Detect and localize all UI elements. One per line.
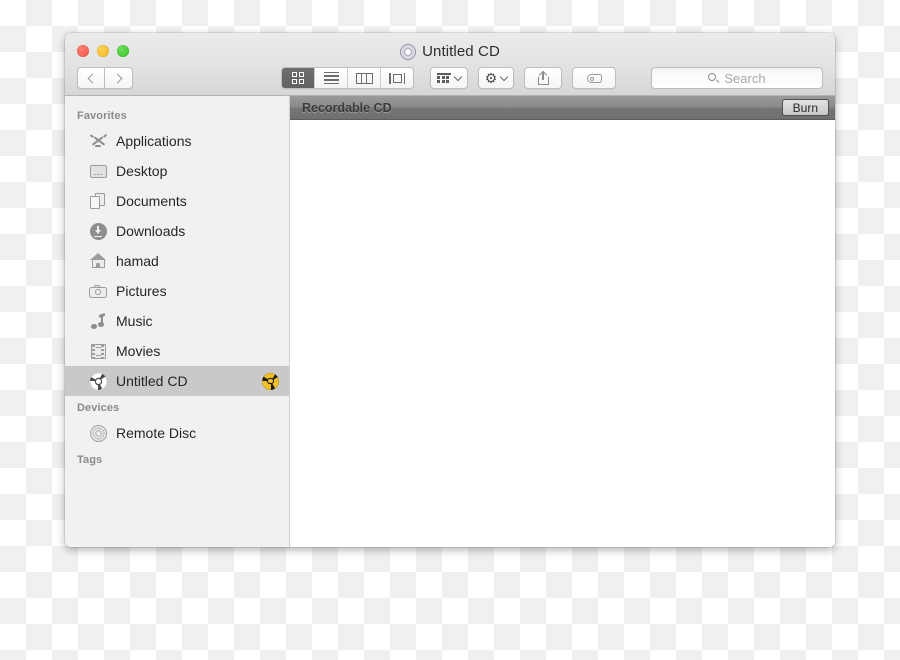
downloads-icon — [89, 222, 107, 240]
column-view-icon — [356, 73, 373, 84]
sidebar-item-label: Untitled CD — [116, 373, 253, 389]
sidebar-item-label: Documents — [116, 193, 279, 209]
burn-disc-icon — [89, 372, 107, 390]
search-field[interactable]: Search — [651, 67, 823, 89]
arrange-grid-icon — [437, 73, 451, 82]
minimize-window-button[interactable] — [97, 45, 109, 57]
window-body: Favorites Applications Desktop Documents — [65, 96, 835, 547]
sidebar-item-label: Downloads — [116, 223, 279, 239]
column-view-button[interactable] — [348, 68, 381, 88]
remote-disc-icon — [89, 424, 107, 442]
share-icon — [538, 72, 549, 85]
burn-badge-icon[interactable] — [262, 373, 279, 390]
sidebar-item-label: hamad — [116, 253, 279, 269]
sidebar-item-label: Movies — [116, 343, 279, 359]
window-titlebar: Untitled CD — [65, 33, 835, 96]
window-title-label: Untitled CD — [422, 43, 500, 60]
burn-bar-title: Recordable CD — [302, 101, 392, 115]
sidebar-item-applications[interactable]: Applications — [65, 126, 289, 156]
view-mode-segmented-control — [281, 67, 414, 89]
finder-window: Untitled CD — [65, 33, 835, 547]
sidebar-item-label: Remote Disc — [116, 425, 279, 441]
maximize-window-button[interactable] — [117, 45, 129, 57]
sidebar-item-hamad[interactable]: hamad — [65, 246, 289, 276]
share-button[interactable] — [524, 67, 562, 89]
sidebar-item-desktop[interactable]: Desktop — [65, 156, 289, 186]
gear-icon: ⚙ — [485, 71, 498, 85]
finder-toolbar: ⚙ Search — [65, 61, 835, 95]
documents-icon — [89, 192, 107, 210]
navigation-buttons — [77, 67, 133, 89]
file-list-area[interactable] — [290, 120, 835, 547]
finder-sidebar: Favorites Applications Desktop Documents — [65, 96, 290, 547]
chevron-down-icon — [454, 72, 462, 80]
music-icon — [89, 312, 107, 330]
window-title: Untitled CD — [65, 43, 835, 60]
content-pane: Recordable CD Burn — [290, 96, 835, 547]
arrange-button[interactable] — [430, 67, 468, 89]
sidebar-item-remote-disc[interactable]: Remote Disc — [65, 418, 289, 448]
list-view-icon — [324, 72, 339, 85]
sidebar-item-untitled-cd[interactable]: Untitled CD — [65, 366, 289, 396]
sidebar-item-pictures[interactable]: Pictures — [65, 276, 289, 306]
movies-icon — [89, 342, 107, 360]
sidebar-section-devices-title: Devices — [65, 396, 289, 418]
sidebar-section-favorites-title: Favorites — [65, 104, 289, 126]
tag-button[interactable] — [572, 67, 616, 89]
desktop-icon — [89, 162, 107, 180]
close-window-button[interactable] — [77, 45, 89, 57]
traffic-light-buttons — [77, 45, 129, 57]
coverflow-view-button[interactable] — [381, 68, 413, 88]
icon-view-icon — [292, 72, 305, 85]
sidebar-item-downloads[interactable]: Downloads — [65, 216, 289, 246]
back-button[interactable] — [77, 67, 105, 89]
icon-view-button[interactable] — [282, 68, 315, 88]
sidebar-item-movies[interactable]: Movies — [65, 336, 289, 366]
burn-button[interactable]: Burn — [782, 99, 829, 116]
coverflow-view-icon — [389, 73, 405, 84]
burn-bar: Recordable CD Burn — [290, 96, 835, 120]
tag-icon — [587, 74, 602, 83]
chevron-down-icon — [500, 72, 508, 80]
chevron-right-icon — [113, 73, 123, 83]
action-menu-button[interactable]: ⚙ — [478, 67, 515, 89]
applications-icon — [89, 132, 107, 150]
sidebar-item-label: Pictures — [116, 283, 279, 299]
search-icon — [708, 73, 718, 83]
sidebar-item-label: Desktop — [116, 163, 279, 179]
sidebar-item-label: Applications — [116, 133, 279, 149]
home-icon — [89, 252, 107, 270]
chevron-left-icon — [87, 73, 97, 83]
forward-button[interactable] — [105, 67, 133, 89]
sidebar-section-tags-title: Tags — [65, 448, 289, 470]
pictures-icon — [89, 282, 107, 300]
sidebar-item-label: Music — [116, 313, 279, 329]
sidebar-item-documents[interactable]: Documents — [65, 186, 289, 216]
sidebar-item-music[interactable]: Music — [65, 306, 289, 336]
search-placeholder: Search — [724, 71, 765, 86]
cd-disc-icon — [400, 44, 416, 60]
list-view-button[interactable] — [315, 68, 348, 88]
